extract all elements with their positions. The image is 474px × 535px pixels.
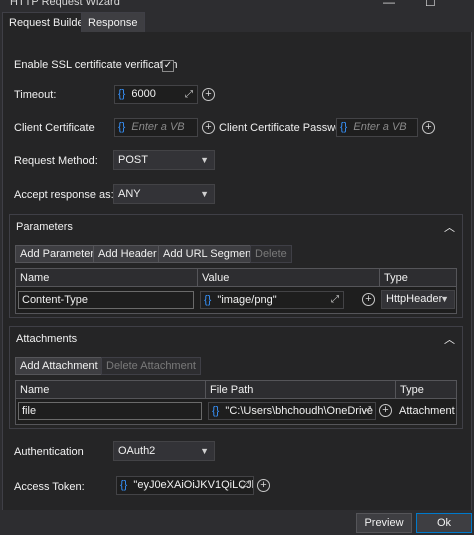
column-header-value: Value — [198, 269, 380, 287]
add-variable-icon[interactable]: + — [202, 121, 215, 134]
parameter-type-select[interactable]: HttpHeader ▼ — [381, 290, 455, 309]
parameters-panel: Parameters ︿ Add Parameter Add Header Ad… — [9, 214, 463, 318]
column-header-name: Name — [16, 381, 206, 399]
parameter-value: "image/png" — [217, 294, 277, 306]
authentication-value: OAuth2 — [118, 445, 156, 457]
parameter-value-field[interactable]: {} "image/png" ⤢ — [200, 291, 344, 309]
add-header-button[interactable]: Add Header — [93, 245, 162, 263]
column-header-name: Name — [16, 269, 198, 287]
maximize-icon[interactable]: ☐ — [425, 0, 436, 9]
variable-brace-icon: {} — [340, 121, 348, 133]
variable-brace-icon: {} — [118, 121, 126, 133]
chevron-down-icon: ▼ — [200, 155, 209, 165]
window-title: HTTP Request Wizard — [10, 0, 120, 8]
parameter-name-input[interactable]: Content-Type — [18, 291, 194, 309]
add-parameter-button[interactable]: Add Parameter — [15, 245, 99, 263]
add-variable-icon[interactable]: + — [362, 293, 375, 306]
attachment-file-path: "C:\Users\bhchoudh\OneDrive — [225, 405, 374, 417]
request-method-select[interactable]: POST ▼ — [113, 150, 215, 170]
tab-bar: Request Builder Response — [0, 10, 474, 32]
request-method-value: POST — [118, 154, 148, 166]
authentication-select[interactable]: OAuth2 ▼ — [113, 441, 215, 461]
parameter-type-value: HttpHeader — [386, 293, 443, 305]
dialog-footer: Preview Ok — [0, 510, 474, 535]
parameters-grid: Name Value Type Content-Type {} "image/p… — [15, 268, 457, 314]
collapse-icon[interactable]: ︿ — [444, 219, 455, 235]
access-token-label: Access Token: — [14, 481, 85, 493]
parameters-title: Parameters — [16, 221, 73, 233]
accept-response-select[interactable]: ANY ▼ — [113, 184, 215, 204]
timeout-label: Timeout: — [14, 89, 57, 101]
minimize-icon[interactable]: — — [383, 0, 395, 9]
chevron-down-icon: ▼ — [200, 189, 209, 199]
add-variable-icon[interactable]: + — [422, 121, 435, 134]
preview-button[interactable]: Preview — [356, 513, 412, 533]
attachment-name-input[interactable]: file — [18, 402, 202, 420]
ssl-label: Enable SSL certificate verification — [14, 59, 178, 71]
access-token-value: "eyJ0eXAiOiJKV1QiLCJhl — [133, 479, 254, 491]
tab-response[interactable]: Response — [81, 12, 145, 32]
ok-button[interactable]: Ok — [416, 513, 472, 533]
expand-icon[interactable]: ⤢ — [331, 292, 339, 308]
request-builder-panel: Enable SSL certificate verification ✓ Ti… — [2, 32, 472, 510]
access-token-field[interactable]: {} "eyJ0eXAiOiJKV1QiLCJhl ⤢ — [116, 476, 254, 495]
attachments-panel: Attachments ︿ Add Attachment Delete Atta… — [9, 326, 463, 429]
column-header-file-path: File Path — [206, 381, 396, 399]
timeout-field[interactable]: {} 6000 ⤢ — [114, 85, 198, 104]
add-attachment-button[interactable]: Add Attachment — [15, 357, 103, 375]
delete-attachment-button[interactable]: Delete Attachment — [101, 357, 201, 375]
chevron-down-icon: ▼ — [440, 294, 449, 304]
client-certificate-password-placeholder: Enter a VB — [353, 121, 407, 133]
accept-response-label: Accept response as: — [14, 189, 114, 201]
variable-brace-icon: {} — [212, 405, 220, 417]
expand-icon[interactable]: ⤢ — [363, 403, 371, 419]
column-header-type: Type — [396, 381, 456, 399]
add-variable-icon[interactable]: + — [202, 88, 215, 101]
collapse-icon[interactable]: ︿ — [444, 331, 455, 347]
column-header-type: Type — [380, 269, 456, 287]
chevron-down-icon: ▼ — [200, 446, 209, 456]
attachments-title: Attachments — [16, 333, 78, 345]
accept-response-value: ANY — [118, 188, 141, 200]
ssl-checkbox[interactable]: ✓ — [162, 60, 174, 72]
variable-brace-icon: {} — [118, 88, 126, 100]
add-variable-icon[interactable]: + — [257, 479, 270, 492]
authentication-label: Authentication — [14, 446, 84, 458]
add-variable-icon[interactable]: + — [379, 404, 392, 417]
client-certificate-field[interactable]: {} Enter a VB — [114, 118, 198, 137]
attachment-type: Attachment — [399, 405, 455, 417]
client-certificate-placeholder: Enter a VB — [131, 121, 185, 133]
client-certificate-password-label: Client Certificate Password — [219, 122, 352, 134]
attachment-file-path-field[interactable]: {} "C:\Users\bhchoudh\OneDrive ⤢ — [208, 402, 376, 420]
delete-parameter-button[interactable]: Delete — [250, 245, 292, 263]
expand-icon[interactable]: ⤢ — [185, 86, 193, 103]
variable-brace-icon: {} — [120, 479, 128, 491]
expand-icon[interactable]: ⤢ — [241, 477, 249, 494]
timeout-value: 6000 — [131, 88, 156, 100]
add-url-segment-button[interactable]: Add URL Segment — [158, 245, 260, 263]
title-bar: HTTP Request Wizard — ☐ — [0, 0, 474, 10]
attachments-grid: Name File Path Type file {} "C:\Users\bh… — [15, 380, 457, 425]
request-method-label: Request Method: — [14, 155, 98, 167]
client-certificate-password-field[interactable]: {} Enter a VB — [336, 118, 418, 137]
variable-brace-icon: {} — [204, 294, 212, 306]
client-certificate-label: Client Certificate — [14, 122, 95, 134]
